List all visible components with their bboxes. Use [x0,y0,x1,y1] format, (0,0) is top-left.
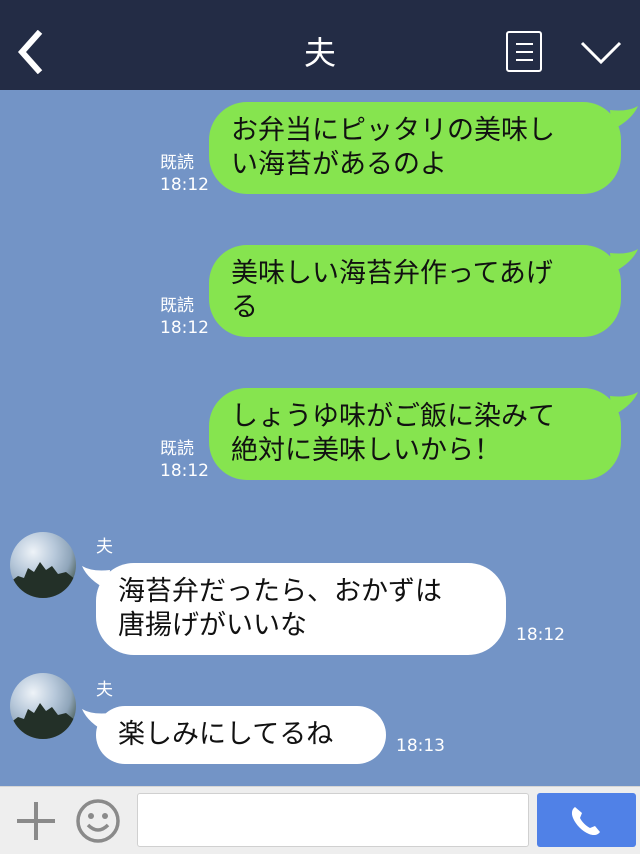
read-receipt: 既読 [160,439,194,459]
bubble-tail [610,249,638,273]
bubble-tail [610,106,638,130]
message-text: しょうゆ味がご飯に染みて [231,401,555,432]
avatar[interactable] [10,532,76,598]
message-text: 楽しみにしてるね [118,719,334,750]
chevron-down-icon[interactable] [579,40,623,66]
input-bar [0,786,640,854]
message-time: 18:12 [516,625,565,645]
phone-icon [571,807,600,836]
plus-icon[interactable] [14,799,58,843]
read-receipt: 既読 [160,153,194,173]
sender-name: 夫 [96,537,113,557]
message-bubble[interactable]: 海苔弁だったら、おかずは 唐揚げがいいな [96,563,506,655]
chat-header: 夫 [0,0,640,90]
list-icon[interactable] [506,31,542,72]
bubble-tail [610,392,638,416]
message-text: い海苔があるのよ [231,149,447,180]
message-time: 18:12 [160,175,209,195]
message-text: 絶対に美味しいから！ [231,435,501,466]
message-text: 唐揚げがいいな [118,610,307,641]
avatar[interactable] [10,673,76,739]
message-bubble[interactable]: お弁当にピッタリの美味し い海苔があるのよ [209,102,621,194]
smiley-icon[interactable] [75,798,121,844]
message-list: 既読 18:12 お弁当にピッタリの美味し い海苔があるのよ 既読 18:12 … [0,90,640,786]
message-text: お弁当にピッタリの美味し [231,115,555,146]
message-text: 海苔弁だったら、おかずは [118,576,442,607]
message-bubble[interactable]: しょうゆ味がご飯に染みて 絶対に美味しいから！ [209,388,621,480]
message-time: 18:12 [160,318,209,338]
message-time: 18:12 [160,461,209,481]
message-bubble[interactable]: 美味しい海苔弁作ってあげ る [209,245,621,337]
chat-title: 夫 [303,34,336,72]
message-time: 18:13 [396,736,445,756]
avatar-image [10,562,76,598]
avatar-image [10,703,76,739]
message-text: 美味しい海苔弁作ってあげ [231,258,553,289]
call-button[interactable] [537,793,636,847]
message-bubble[interactable]: 楽しみにしてるね [96,706,386,764]
message-input[interactable] [137,793,529,847]
message-text: る [231,292,258,323]
sender-name: 夫 [96,680,113,700]
read-receipt: 既読 [160,296,194,316]
